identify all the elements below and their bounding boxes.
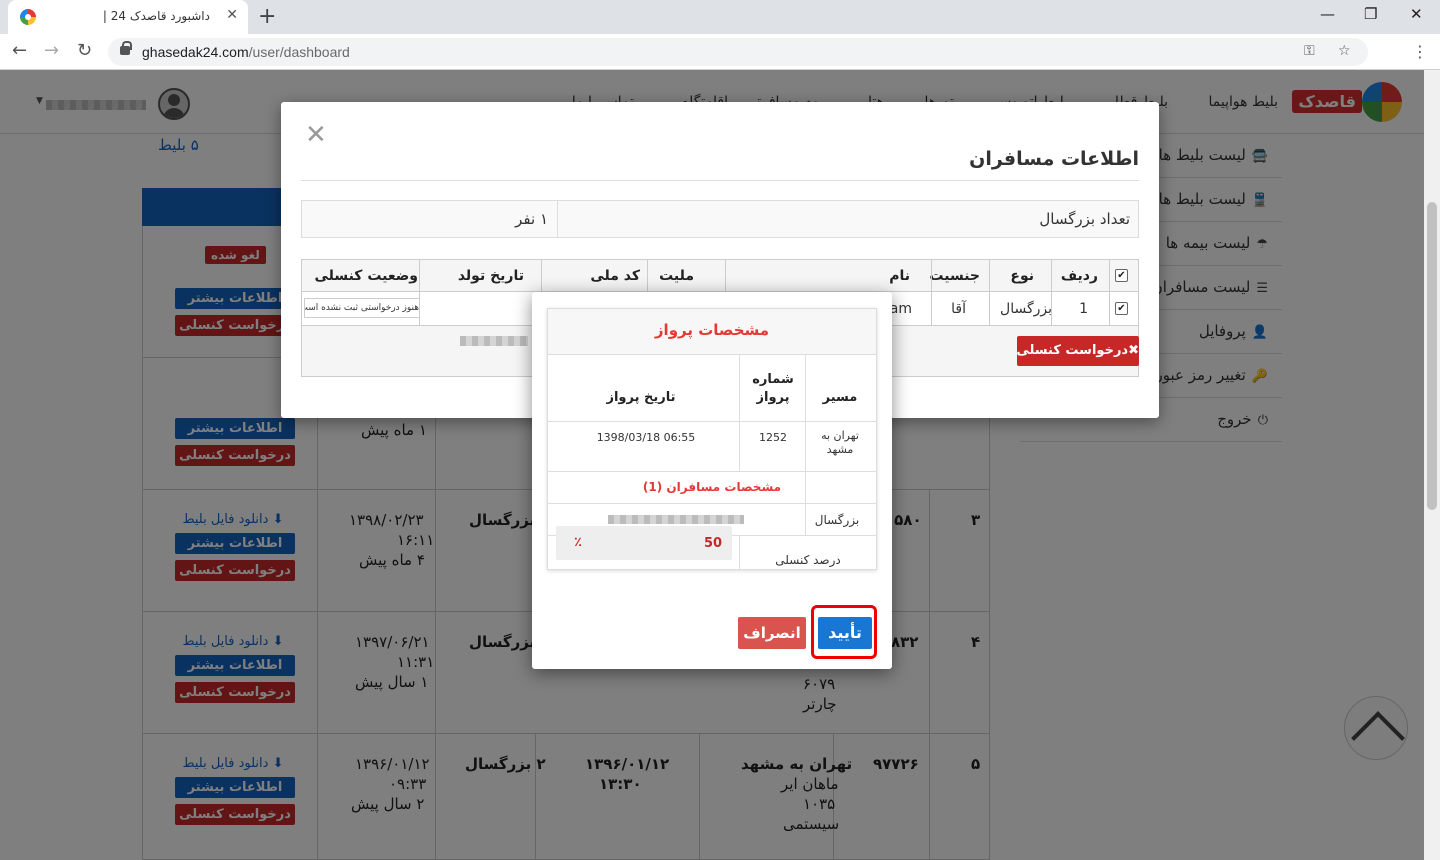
route-value: تهران به مشهد xyxy=(821,429,859,456)
flight-date-value: 06:55 1398/03/18 xyxy=(596,431,696,444)
close-icon[interactable]: ✕ xyxy=(305,120,327,150)
col-index: ردیف xyxy=(1060,268,1098,284)
flight-number-value: 1252 xyxy=(759,431,787,444)
modal-title: اطلاعات مسافران xyxy=(969,148,1139,170)
tab-close-icon[interactable]: ✕ xyxy=(226,7,238,23)
col-cancel-status: وضعیت کنسلی xyxy=(314,268,418,284)
address-bar: ← → ↻ ghasedak24.com/user/dashboard ⚿ ☆ … xyxy=(0,34,1440,70)
key-icon[interactable]: ⚿ xyxy=(1304,43,1315,59)
row-index: 1 xyxy=(1079,301,1088,317)
cancel-percent-value: 50 xyxy=(704,536,723,551)
col-birth-date: تاریخ تولد xyxy=(457,268,524,284)
col-flight-date: تاریخ پرواز xyxy=(606,390,676,405)
cancel-percent-field: 50 ٪ xyxy=(556,526,732,560)
passengers-subtitle: مشخصات مسافران (1) xyxy=(642,480,782,494)
minimize-icon[interactable]: — xyxy=(1320,5,1335,23)
forward-arrow-icon[interactable]: → xyxy=(44,40,59,61)
confirm-button[interactable]: تأیید xyxy=(818,617,872,649)
restore-icon[interactable]: ❐ xyxy=(1364,5,1377,23)
adult-count-row: تعداد بزرگسال ۱ نفر xyxy=(301,200,1139,238)
tab-title: داشبورد قاصدک 24 | xyxy=(102,9,210,23)
row-checkbox[interactable]: ✔ xyxy=(1115,302,1128,315)
browser-tab[interactable]: داشبورد قاصدک 24 | ✕ xyxy=(8,0,248,34)
browser-tabbar: داشبورد قاصدک 24 | ✕ + — ❐ ✕ xyxy=(0,0,1440,34)
row-type: بزرگسال xyxy=(1000,301,1052,317)
new-tab-plus-icon[interactable]: + xyxy=(258,4,276,29)
site-favicon-icon xyxy=(20,9,36,25)
scrollbar-thumb[interactable] xyxy=(1427,202,1437,510)
col-flight-number: شماره پرواز xyxy=(752,372,794,405)
blurred-passenger-name xyxy=(608,515,744,524)
adult-count-value: ۱ نفر xyxy=(515,210,548,228)
dismiss-button[interactable]: انصراف xyxy=(738,617,806,649)
url-text: ghasedak24.com/user/dashboard xyxy=(142,44,350,60)
cancel-percent-label: درصد کنسلی xyxy=(775,553,841,567)
star-bookmark-icon[interactable]: ☆ xyxy=(1338,43,1351,59)
flight-details-modal: مشخصات پرواز مسیر شماره پرواز تاریخ پروا… xyxy=(532,292,892,669)
col-nationality: ملیت xyxy=(659,268,694,284)
col-type: نوع xyxy=(1010,268,1034,284)
reload-icon[interactable]: ↻ xyxy=(77,40,92,61)
row-gender: آقا xyxy=(951,301,966,317)
window-close-icon[interactable]: ✕ xyxy=(1410,5,1423,23)
browser-menu-icon[interactable]: ⋮ xyxy=(1412,42,1428,61)
col-national-id: کد ملی xyxy=(590,268,640,284)
url-input[interactable]: ghasedak24.com/user/dashboard ⚿ ☆ xyxy=(108,38,1368,66)
select-all-checkbox[interactable]: ✔ xyxy=(1115,269,1128,282)
percent-symbol: ٪ xyxy=(574,535,582,550)
adult-label: بزرگسال xyxy=(814,513,860,527)
back-arrow-icon[interactable]: ← xyxy=(12,40,27,61)
flight-details-title: مشخصات پرواز xyxy=(548,309,876,355)
row-name: am xyxy=(889,301,912,317)
col-name: نام xyxy=(889,268,910,284)
table-header: ✔ ردیف نوع جنسیت نام ملیت کد ملی تاریخ ت… xyxy=(302,260,1138,292)
lock-icon xyxy=(120,41,132,55)
adult-count-label: تعداد بزرگسال xyxy=(1039,210,1130,228)
cancel-request-button[interactable]: ✖درخواست کنسلی xyxy=(1016,336,1139,366)
blurred-birth-date xyxy=(460,336,528,346)
cancel-status-value: هنوز درخواستی ثبت نشده است xyxy=(304,298,420,318)
divider xyxy=(301,180,1139,181)
col-gender: جنسیت xyxy=(929,268,980,284)
col-route: مسیر xyxy=(822,390,858,405)
page-scrollbar[interactable] xyxy=(1424,70,1440,860)
